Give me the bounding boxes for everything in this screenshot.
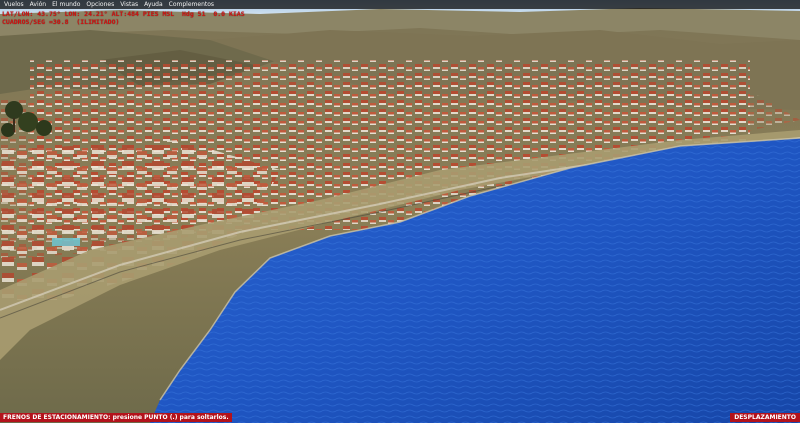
position-readout: LAT/LON: 43.75° LON: 24.21° ALT:484 PIES… xyxy=(2,10,245,26)
menu-el-mundo[interactable]: El mundo xyxy=(52,0,80,9)
menu-bar: Vuelos Avión El mundo Opciones Vistas Ay… xyxy=(0,0,800,9)
flight-sim-window: Vuelos Avión El mundo Opciones Vistas Ay… xyxy=(0,0,800,423)
menu-vistas[interactable]: Vistas xyxy=(120,0,138,9)
slew-mode-indicator: DESPLAZAMIENTO xyxy=(730,413,800,422)
framerate-line: CUADROS/SEG =30.8 (ILIMITADO) xyxy=(2,17,120,26)
swimming-pool xyxy=(52,238,80,246)
coastal-town-3d-view[interactable] xyxy=(0,0,800,423)
menu-vuelos[interactable]: Vuelos xyxy=(4,0,24,9)
menu-ayuda[interactable]: Ayuda xyxy=(144,0,163,9)
menu-avion[interactable]: Avión xyxy=(30,0,46,9)
menu-opciones[interactable]: Opciones xyxy=(86,0,114,9)
parking-brake-message: FRENOS DE ESTACIONAMIENTO: presione PUNT… xyxy=(0,413,232,422)
menu-complementos[interactable]: Complementos xyxy=(169,0,214,9)
